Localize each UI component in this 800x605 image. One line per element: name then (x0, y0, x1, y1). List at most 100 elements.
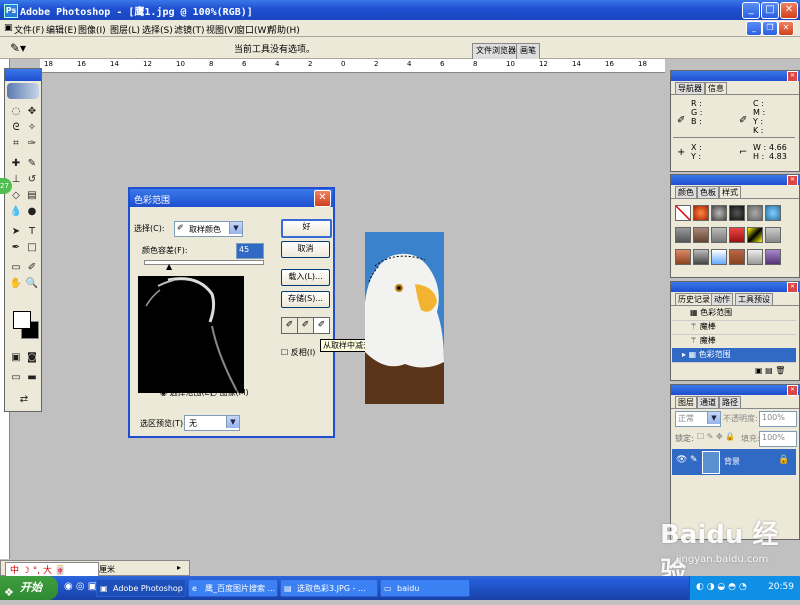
fuzziness-slider-thumb[interactable]: ▲ (166, 262, 172, 271)
history-item[interactable]: ▦ 色彩范围 (672, 306, 796, 321)
history-item[interactable]: ⚚ 魔棒 (672, 334, 796, 349)
foreground-color-swatch[interactable] (13, 311, 31, 329)
crop-tool-icon[interactable]: ⌗ (9, 137, 23, 151)
style-swatch[interactable] (765, 205, 781, 221)
jump-to-imageready-icon[interactable]: ⇄ (17, 393, 31, 407)
style-swatch[interactable] (747, 205, 763, 221)
menu-image[interactable]: 图像(I) (78, 23, 106, 36)
tab-info[interactable]: 信息 (705, 82, 727, 94)
maximize-button[interactable]: □ (761, 2, 779, 19)
fuzziness-slider-track[interactable] (144, 260, 264, 265)
status-arrow-icon[interactable]: ▸ (177, 563, 181, 572)
fuzziness-input[interactable]: 45 (236, 243, 264, 259)
eyedropper-tool-icon[interactable]: ✐ (25, 261, 39, 275)
task-photoshop[interactable]: ▣ Adobe Photoshop ... (96, 579, 186, 597)
eyedropper-minus-button[interactable]: ✐ (313, 317, 330, 334)
dialog-title-bar[interactable]: 色彩范围 ✕ (130, 189, 333, 207)
eraser-tool-icon[interactable]: ◇ (9, 189, 23, 203)
save-button[interactable]: 存储(S)... (281, 291, 330, 308)
screen-mode-1-icon[interactable]: ▭ (9, 371, 23, 385)
zoom-tool-icon[interactable]: 🔍 (25, 277, 39, 291)
menu-layer[interactable]: 图层(L) (110, 23, 140, 36)
tab-history[interactable]: 历史记录 (675, 293, 713, 305)
marquee-tool-icon[interactable]: ◌ (9, 105, 23, 119)
close-button[interactable]: ✕ (780, 2, 798, 19)
brush-tool-icon[interactable]: ✎ (25, 157, 39, 171)
task-image-viewer[interactable]: ▤ 选取色彩3.JPG - ... (280, 579, 378, 597)
path-select-icon[interactable]: ➤ (9, 225, 23, 239)
menu-window[interactable]: 窗口(W) (236, 23, 270, 36)
tab-navigator[interactable]: 导航器 (675, 82, 705, 94)
eyedropper-icon[interactable]: ✎▾ (10, 41, 26, 55)
notes-tool-icon[interactable]: ▭ (9, 261, 23, 275)
opacity-input[interactable]: 100% (759, 411, 797, 427)
magic-wand-icon[interactable]: ✧ (25, 121, 39, 135)
blur-tool-icon[interactable]: 💧 (9, 205, 23, 219)
eyedropper-plus-button[interactable]: ✐ (297, 317, 314, 334)
menu-filter[interactable]: 滤镜(T) (174, 23, 205, 36)
style-swatch[interactable] (675, 249, 691, 265)
quickmask-mode-icon[interactable]: ◙ (25, 351, 39, 365)
tab-tool-presets[interactable]: 工具预设 (735, 293, 773, 305)
dodge-tool-icon[interactable]: ● (25, 205, 39, 219)
style-swatch[interactable] (747, 249, 763, 265)
style-swatch[interactable] (693, 227, 709, 243)
hand-tool-icon[interactable]: ✋ (9, 277, 23, 291)
layers-palette-header[interactable]: ✕ (671, 385, 799, 396)
select-dropdown[interactable]: ✐ 取样颜色 ▼ (174, 221, 243, 237)
tab-paths[interactable]: 路径 (719, 396, 741, 408)
selection-preview-dropdown[interactable]: 无 ▼ (184, 415, 240, 431)
title-bar[interactable]: Ps Adobe Photoshop - [鹰1.jpg @ 100%(RGB)… (0, 0, 800, 20)
style-swatch[interactable] (711, 249, 727, 265)
eyedropper-button[interactable]: ✐ (281, 317, 298, 334)
style-swatch[interactable] (765, 227, 781, 243)
blend-mode-dropdown[interactable]: 正常 ▼ (675, 411, 721, 427)
tab-styles[interactable]: 样式 (719, 186, 741, 198)
tab-layers[interactable]: 图层 (675, 396, 697, 408)
eye-icon[interactable]: 👁 (676, 455, 687, 465)
dialog-close-button[interactable]: ✕ (314, 190, 331, 207)
standard-mode-icon[interactable]: ▣ (9, 351, 23, 365)
radio-image[interactable]: ○ 图像(M) (210, 387, 249, 398)
menu-edit[interactable]: 编辑(E) (46, 23, 77, 36)
style-swatch[interactable] (711, 227, 727, 243)
menu-view[interactable]: 视图(V) (206, 23, 237, 36)
styles-palette-header[interactable]: ✕ (671, 175, 799, 186)
doc-close-button[interactable]: ✕ (778, 21, 794, 36)
style-swatch[interactable] (729, 249, 745, 265)
style-swatch[interactable] (747, 227, 763, 243)
invert-checkbox[interactable]: ☐ 反相(I) (281, 347, 315, 358)
screen-mode-2-icon[interactable]: ▬ (25, 371, 39, 385)
doc-minimize-button[interactable]: _ (746, 21, 762, 36)
ok-button[interactable]: 好 (281, 219, 332, 238)
toolbox-header[interactable] (5, 69, 41, 81)
minimize-button[interactable]: _ (742, 2, 760, 19)
slice-tool-icon[interactable]: ✑ (25, 137, 39, 151)
style-swatch[interactable] (729, 227, 745, 243)
cancel-button[interactable]: 取消 (281, 241, 330, 258)
history-brush-icon[interactable]: ↺ (25, 173, 39, 187)
history-palette-header[interactable]: ✕ (671, 282, 799, 293)
style-swatch[interactable] (675, 227, 691, 243)
doc-restore-button[interactable]: ❐ (762, 21, 778, 36)
type-tool-icon[interactable]: T (25, 225, 39, 239)
history-item-selected[interactable]: ▸ ▦ 色彩范围 (672, 348, 796, 363)
menu-select[interactable]: 选择(S) (142, 23, 173, 36)
quicklaunch-icons[interactable]: ◉ ◎ ▣ (64, 581, 97, 592)
tab-actions[interactable]: 动作 (711, 293, 733, 305)
lasso-tool-icon[interactable]: ᘓ (9, 121, 23, 135)
style-swatch[interactable] (729, 205, 745, 221)
tab-color[interactable]: 颜色 (675, 186, 697, 198)
healing-brush-icon[interactable]: ✚ (9, 157, 23, 171)
pen-tool-icon[interactable]: ✒ (9, 241, 23, 255)
ime-toolbar[interactable]: 中 ☽ °, 大 🀄 (5, 562, 99, 577)
lock-icons[interactable]: ☐ ✎ ✥ 🔒 (697, 432, 735, 441)
menu-help[interactable]: 帮助(H) (268, 23, 300, 36)
eagle-image[interactable] (365, 232, 444, 404)
load-button[interactable]: 载入(L)... (281, 269, 330, 286)
info-palette-header[interactable]: ✕ (671, 71, 799, 82)
menu-doc-icon[interactable]: ▣ (4, 23, 13, 33)
style-swatch-none[interactable] (675, 205, 691, 221)
gradient-tool-icon[interactable]: ▤ (25, 189, 39, 203)
style-swatch[interactable] (693, 249, 709, 265)
